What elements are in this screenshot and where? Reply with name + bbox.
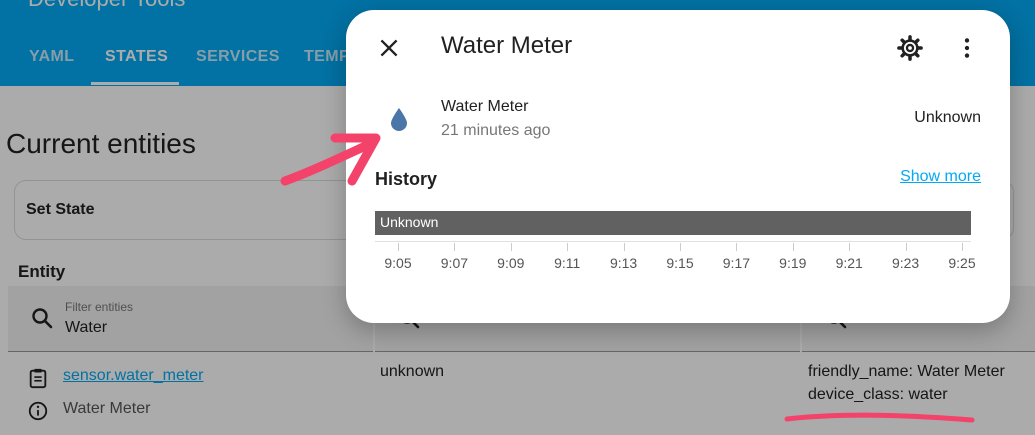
gear-icon[interactable]	[896, 34, 924, 62]
timeline-tick-label: 9:23	[891, 255, 920, 271]
timeline-tick-label: 9:19	[779, 255, 807, 271]
timeline-tick	[510, 243, 512, 251]
history-timeline-bar[interactable]: Unknown	[375, 211, 971, 235]
timeline-tick-label: 9:15	[666, 255, 694, 271]
timeline-tick-label: 9:05	[384, 255, 412, 271]
history-heading: History	[375, 169, 438, 189]
timeline-tick	[962, 243, 963, 251]
timeline-tick-label: 9:09	[497, 255, 525, 271]
timeline-tick	[398, 243, 399, 251]
more-vert-icon[interactable]	[954, 34, 980, 62]
timeline-tick-label: 9:07	[440, 255, 469, 271]
dialog-entity-name: Water Meter	[441, 98, 529, 115]
dialog-last-changed: 21 minutes ago	[441, 122, 551, 139]
timeline-axis	[375, 241, 971, 242]
timeline-tick	[736, 243, 738, 251]
timeline-tick-label: 9:17	[722, 255, 751, 271]
close-icon[interactable]	[376, 35, 402, 61]
timeline-tick-label: 9:13	[609, 255, 638, 271]
timeline-tick	[680, 243, 681, 251]
timeline-tick	[623, 243, 625, 251]
more-info-dialog: Water Meter Water Meter 21 minutes ago U…	[346, 10, 1010, 323]
timeline-tick-label: 9:25	[948, 255, 976, 271]
timeline-tick	[792, 243, 794, 251]
timeline-tick	[849, 243, 851, 251]
timeline-tick	[454, 243, 456, 251]
water-drop-icon	[391, 108, 407, 131]
dialog-title: Water Meter	[441, 32, 573, 59]
timeline-tick-label: 9:21	[835, 255, 863, 271]
timeline-state-label: Unknown	[380, 214, 439, 230]
timeline-tick	[567, 243, 569, 251]
timeline-tick-label: 9:11	[554, 255, 581, 271]
timeline-tick	[905, 243, 907, 251]
dialog-entity-state: Unknown	[914, 109, 981, 126]
show-more-link[interactable]: Show more	[900, 168, 981, 186]
